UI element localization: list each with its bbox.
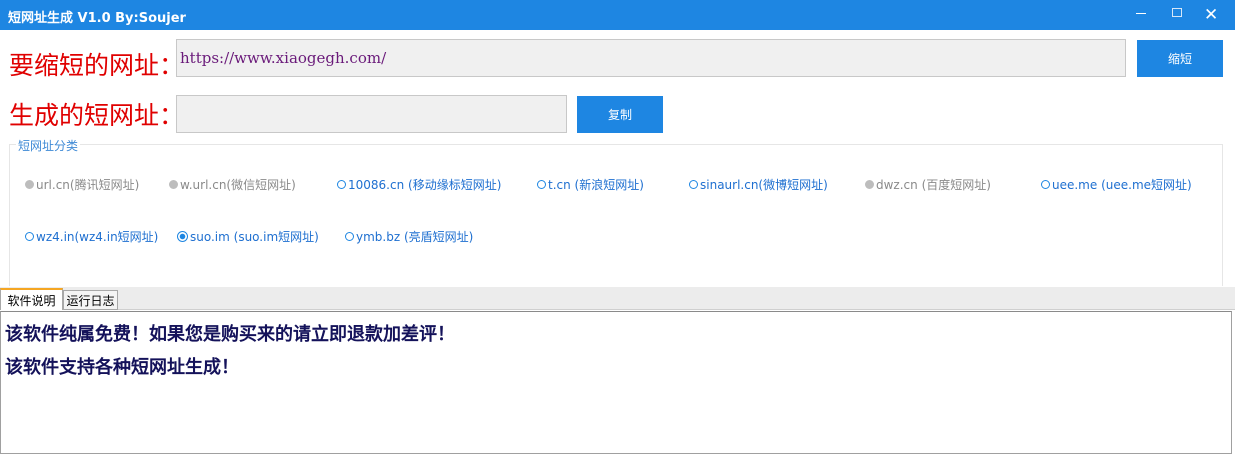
radio-indicator <box>25 232 34 241</box>
radio-t-cn[interactable]: t.cn (新浪短网址) <box>537 176 644 193</box>
radio-indicator <box>25 180 34 189</box>
radio-ymb-bz[interactable]: ymb.bz (亮盾短网址) <box>345 228 473 245</box>
tab-run-log[interactable]: 运行日志 <box>63 290 118 310</box>
result-label: 生成的短网址： <box>9 101 185 130</box>
title-bar: 短网址生成 V1.0 By:Soujer ✕ <box>0 0 1235 30</box>
tab-strip <box>0 287 1235 310</box>
radio-label: wz4.in(wz4.in短网址) <box>36 230 159 244</box>
copy-button[interactable]: 复制 <box>577 96 663 133</box>
minimize-icon[interactable] <box>1136 13 1146 14</box>
shorten-button[interactable]: 缩短 <box>1137 40 1223 77</box>
radio-indicator <box>177 231 188 242</box>
radio-suo-im[interactable]: suo.im (suo.im短网址) <box>177 228 319 245</box>
radio-label: uee.me (uee.me短网址) <box>1052 178 1192 192</box>
radio-10086-cn[interactable]: 10086.cn (移动缘标短网址) <box>337 176 501 193</box>
window-title: 短网址生成 V1.0 By:Soujer <box>8 11 186 26</box>
maximize-icon[interactable] <box>1172 8 1182 17</box>
info-line-support: 该软件支持各种短网址生成！ <box>5 357 239 378</box>
radio-sinaurl-cn[interactable]: sinaurl.cn(微博短网址) <box>689 176 828 193</box>
radio-label: sinaurl.cn(微博短网址) <box>700 178 828 192</box>
radio-w-url-cn[interactable]: w.url.cn(微信短网址) <box>169 176 296 193</box>
radio-indicator <box>689 180 698 189</box>
radio-label: t.cn (新浪短网址) <box>548 178 644 192</box>
radio-label: w.url.cn(微信短网址) <box>180 178 296 192</box>
category-legend: 短网址分类 <box>16 137 81 154</box>
radio-label: suo.im (suo.im短网址) <box>190 230 319 244</box>
info-line-free: 该软件纯属免费！如果您是购买来的请立即退款加差评！ <box>5 324 455 345</box>
radio-label: 10086.cn (移动缘标短网址) <box>348 178 502 192</box>
radio-indicator <box>865 180 874 189</box>
radio-indicator <box>337 180 346 189</box>
radio-indicator <box>1041 180 1050 189</box>
radio-indicator <box>537 180 546 189</box>
close-icon[interactable]: ✕ <box>1204 5 1218 25</box>
radio-dwz-cn[interactable]: dwz.cn (百度短网址) <box>865 176 991 193</box>
radio-wz4-in[interactable]: wz4.in(wz4.in短网址) <box>25 228 158 245</box>
short-url-field[interactable] <box>176 95 567 133</box>
url-label: 要缩短的网址： <box>9 51 185 80</box>
radio-label: dwz.cn (百度短网址) <box>876 178 991 192</box>
category-group <box>9 144 1223 286</box>
radio-label: ymb.bz (亮盾短网址) <box>356 230 474 244</box>
tab-software-info[interactable]: 软件说明 <box>0 288 63 310</box>
url-input[interactable] <box>176 39 1126 77</box>
radio-uee-me[interactable]: uee.me (uee.me短网址) <box>1041 176 1192 193</box>
radio-indicator <box>345 232 354 241</box>
radio-indicator <box>169 180 178 189</box>
info-text-area[interactable]: 该软件纯属免费！如果您是购买来的请立即退款加差评！ 该软件支持各种短网址生成！ <box>0 311 1232 454</box>
radio-url-cn[interactable]: url.cn(腾讯短网址) <box>25 176 139 193</box>
radio-label: url.cn(腾讯短网址) <box>36 178 140 192</box>
